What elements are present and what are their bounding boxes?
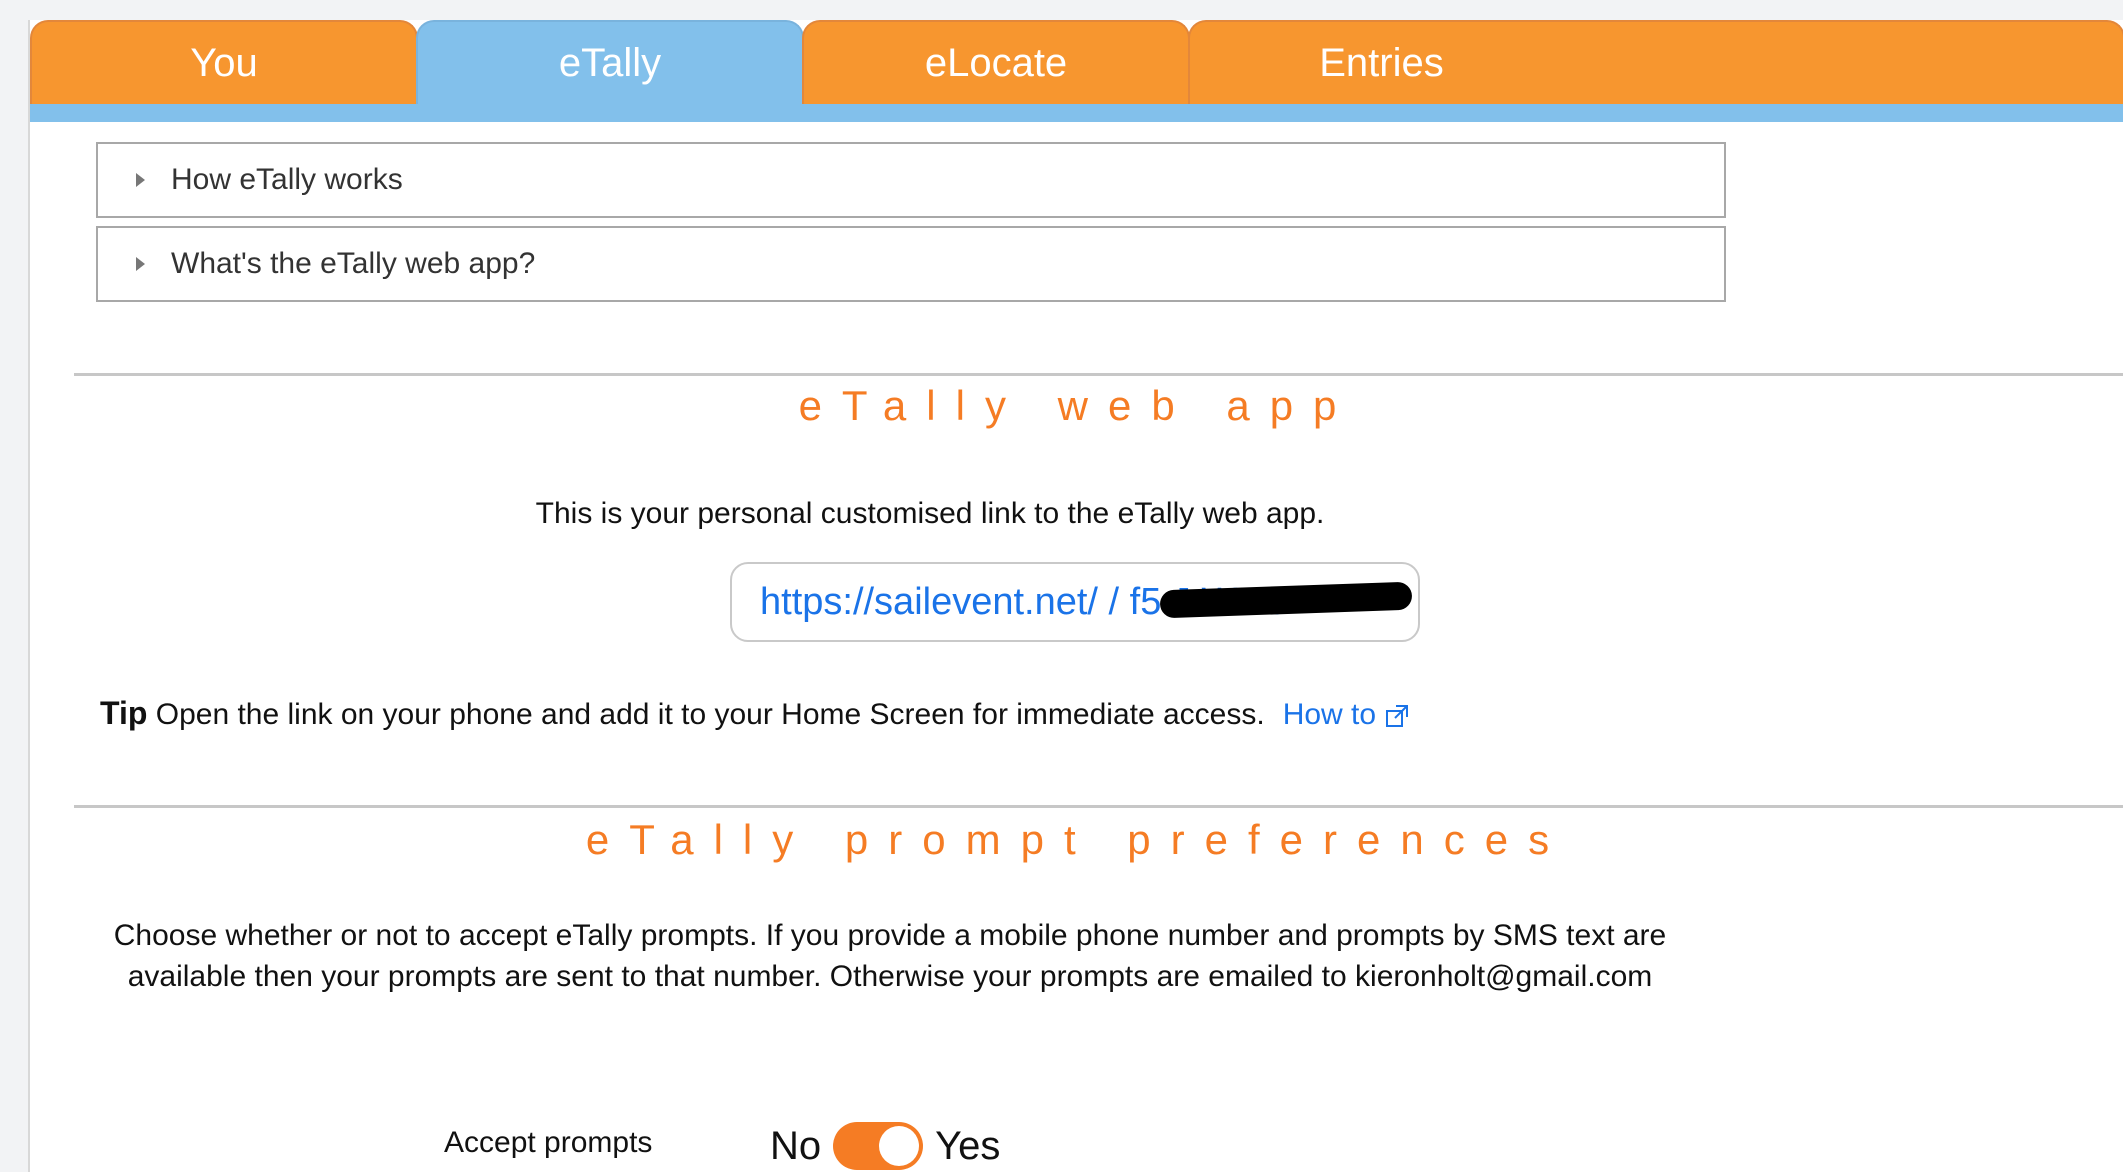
tip-label: Tip — [100, 695, 148, 731]
toggle-yes-label: Yes — [935, 1123, 1001, 1168]
tip-line: Tip Open the link on your phone and add … — [100, 695, 1410, 732]
toggle-no-label: No — [770, 1123, 822, 1168]
accept-prompts-toggle-row: No Yes — [770, 1122, 1000, 1170]
accept-prompts-label: Accept prompts — [444, 1126, 653, 1159]
tab-you[interactable]: You — [30, 20, 418, 104]
tab-label: eLocate — [924, 40, 1068, 85]
accept-prompts-toggle[interactable] — [833, 1122, 924, 1170]
personal-link-box[interactable]: https://sailevent.net/ / f5 J WC / — [730, 562, 1420, 642]
accordion-label: What's the eTally web app? — [171, 247, 536, 280]
tab-label: Entries — [1319, 40, 1444, 85]
tab-elocate[interactable]: eLocate — [802, 20, 1190, 104]
divider — [74, 373, 2123, 376]
prompt-description: Choose whether or not to accept eTally p… — [113, 919, 1667, 993]
tab-bar: You eTally eLocate Entries — [30, 20, 2123, 124]
tab-entries[interactable]: Entries — [1188, 20, 2123, 104]
accordion-label: How eTally works — [171, 163, 403, 196]
triangle-right-icon — [136, 173, 145, 187]
tab-etally[interactable]: eTally — [416, 20, 804, 104]
web-app-intro: This is your personal customised link to… — [535, 497, 1325, 530]
section-title-prompt-preferences: eTally prompt preferences — [585, 816, 1570, 863]
accordion-how-etally-works[interactable]: How eTally works — [96, 142, 1726, 218]
how-to-link[interactable]: How to — [1283, 698, 1410, 731]
tab-label: eTally — [558, 40, 662, 85]
tip-text: Open the link on your phone and add it t… — [147, 698, 1265, 731]
tab-underline — [30, 104, 2123, 122]
tab-label: You — [190, 40, 258, 85]
section-title-web-app: eTally web app — [798, 382, 1357, 429]
how-to-label: How to — [1282, 698, 1377, 731]
triangle-right-icon — [136, 257, 145, 271]
divider — [74, 805, 2123, 808]
accordion-what-is-web-app[interactable]: What's the eTally web app? — [96, 226, 1726, 302]
toggle-knob — [879, 1126, 920, 1166]
app-frame: You eTally eLocate Entries How eTally wo… — [28, 20, 2123, 1172]
external-link-icon — [1386, 705, 1409, 728]
